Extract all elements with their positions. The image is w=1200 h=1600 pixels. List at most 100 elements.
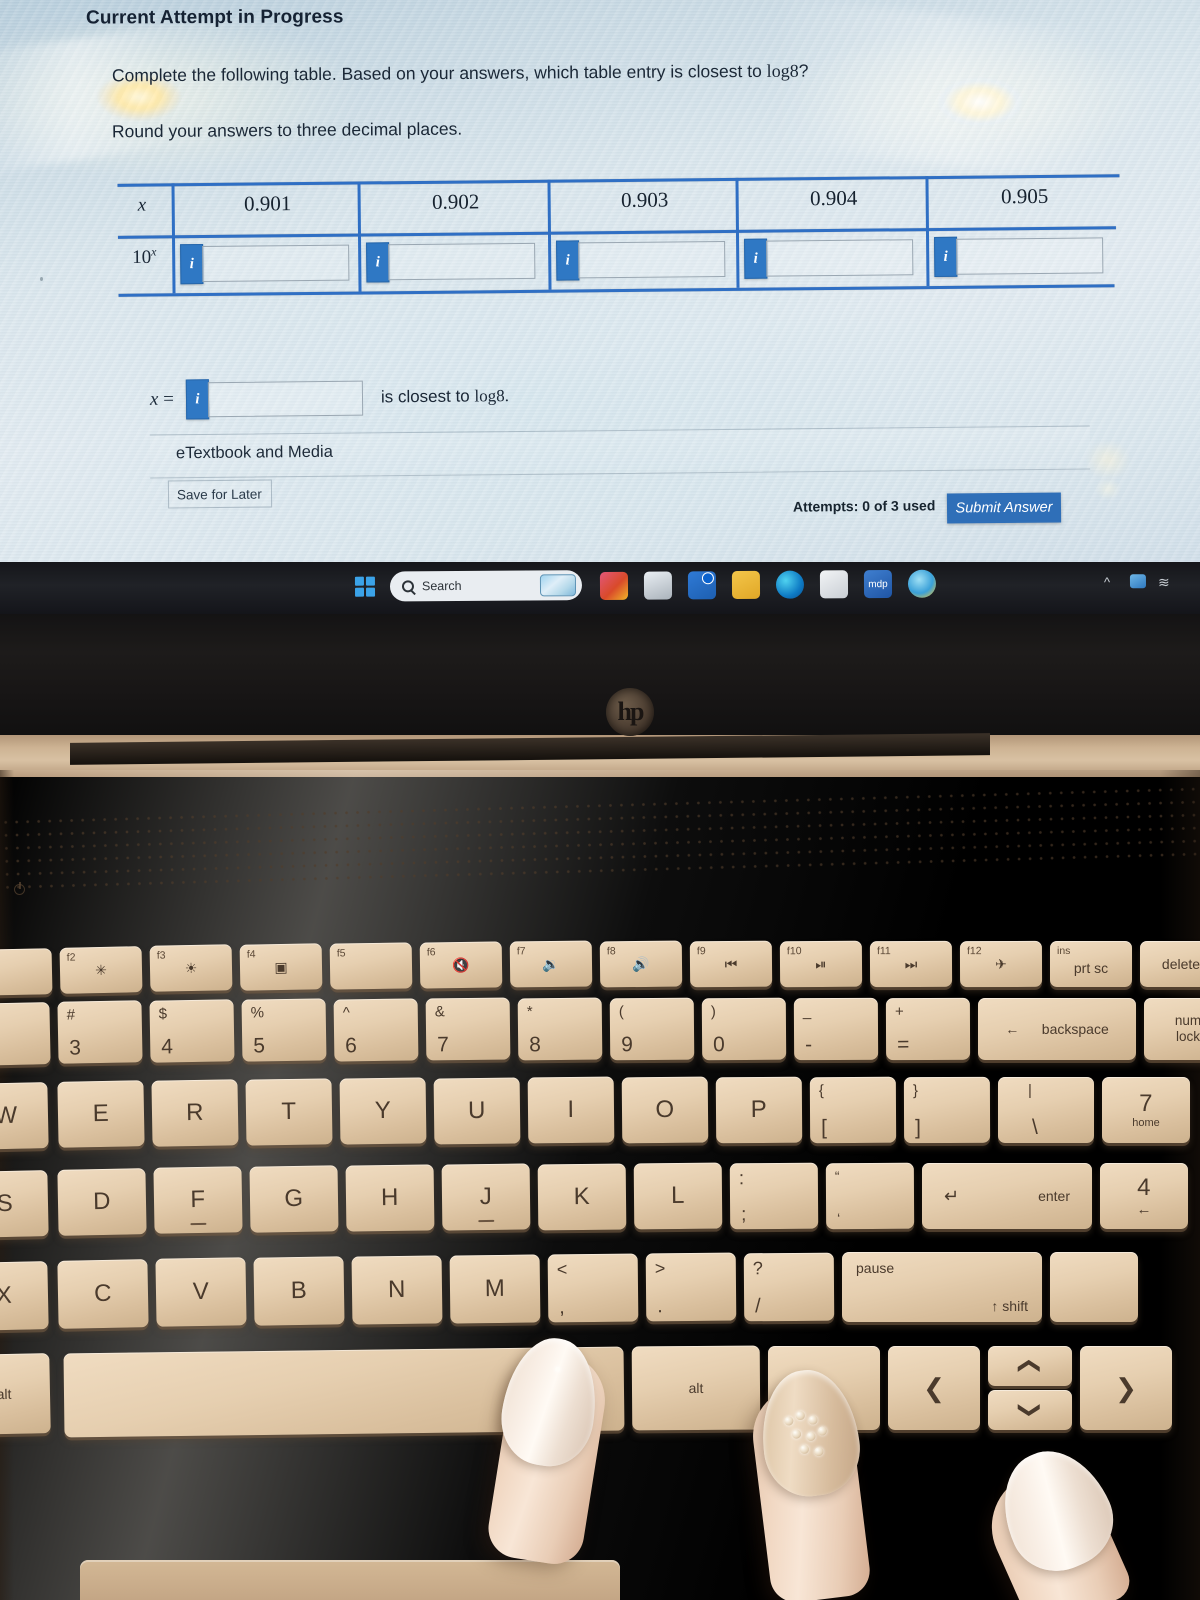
key-i[interactable]: I [527,1076,615,1144]
answer-input-0[interactable] [202,244,350,283]
answer-input-4[interactable] [956,237,1104,275]
key-arrow-right[interactable]: ❯ [1080,1346,1172,1430]
key-comma[interactable]: < , [547,1253,639,1323]
key-6[interactable]: ^ 6 [333,998,419,1062]
info-button-2[interactable]: i [556,240,580,281]
mail-icon[interactable] [687,571,717,600]
key-2[interactable]: @ 2 [0,1002,51,1066]
answer-input-1[interactable] [388,242,536,281]
key-period[interactable]: > . [645,1252,737,1322]
key-alt-right[interactable]: alt [631,1345,761,1431]
answer-input-2[interactable] [578,241,726,279]
key-f5[interactable]: f5 [329,942,413,990]
power-button-icon[interactable] [14,882,25,895]
edge-icon[interactable] [775,570,805,599]
key-w[interactable]: W [0,1082,49,1150]
key-f9[interactable]: f9 ⏮ [689,940,773,988]
key-l[interactable]: L [633,1162,723,1230]
key-f10[interactable]: f10 ⏯ [779,940,863,988]
key-y[interactable]: Y [339,1077,427,1145]
key-8[interactable]: * 8 [517,997,603,1061]
key-slash[interactable]: ? / [743,1252,835,1322]
key-numpad-1[interactable] [1050,1252,1138,1322]
info-button-4[interactable]: i [934,236,958,278]
key-4[interactable]: $ 4 [149,999,235,1063]
key-minus[interactable]: _ - [793,997,879,1061]
key-n[interactable]: N [351,1255,443,1325]
wifi-icon[interactable]: ≋ [1158,574,1170,591]
key-v[interactable]: V [155,1257,247,1327]
store-icon[interactable] [819,570,849,599]
window-icon[interactable] [643,571,673,600]
mdp-icon[interactable]: mdp [863,569,893,599]
key-f6[interactable]: f6 🔇 [419,941,503,989]
submit-answer-button[interactable]: Submit Answer [946,492,1062,524]
key-f3[interactable]: f3 ☀ [149,944,233,992]
save-for-later-button[interactable]: Save for Later [167,479,273,509]
key-numpad-7[interactable]: 7 home [1102,1077,1190,1143]
info-button-3[interactable]: i [744,238,768,279]
key-num-lock[interactable]: num lock [1144,998,1200,1060]
etextbook-and-media-section[interactable]: eTextbook and Media [149,425,1091,479]
key-print-screen[interactable]: ins prt sc [1050,941,1132,987]
network-icon[interactable] [1129,574,1147,589]
key-semicolon[interactable]: : ; [729,1162,819,1230]
key-f[interactable]: F [153,1166,243,1234]
key-bracket-left[interactable]: { [ [809,1076,897,1144]
key-j[interactable]: J [441,1163,531,1231]
key-enter[interactable]: ↵ enter [922,1163,1092,1229]
office-icon[interactable] [599,571,629,600]
key-r[interactable]: R [151,1079,239,1147]
key-u[interactable]: U [433,1077,521,1145]
key-g[interactable]: G [249,1165,339,1233]
key-d[interactable]: D [57,1168,147,1236]
key-9[interactable]: ( 9 [609,997,695,1061]
key-f2[interactable]: f2 ✳ [59,946,143,994]
key-f4[interactable]: f4 ▣ [239,943,323,991]
key-3[interactable]: # 3 [57,1000,143,1064]
key-backspace[interactable]: ← backspace [978,998,1136,1060]
key-f1[interactable] [0,948,53,996]
key-0[interactable]: ) 0 [701,997,787,1061]
key-b[interactable]: B [253,1256,345,1326]
key-arrow-down[interactable]: ❯ [988,1390,1072,1430]
key-arrow-up[interactable]: ❮ [988,1346,1072,1386]
key-x[interactable]: X [0,1261,49,1331]
key-backslash[interactable]: | \ [998,1077,1094,1143]
info-button-1[interactable]: i [366,242,390,283]
key-k[interactable]: K [537,1163,627,1231]
info-button-0[interactable]: i [180,244,204,285]
info-button-final[interactable]: i [185,379,210,420]
key-right-shift[interactable]: pause ↑ shift [842,1252,1042,1322]
key-m[interactable]: M [449,1254,541,1324]
key-s[interactable]: S [0,1170,49,1238]
answer-input-3[interactable] [766,239,914,277]
file-explorer-icon[interactable] [731,570,761,600]
key-f11[interactable]: f11 ⏭ [869,940,953,988]
key-f8[interactable]: f8 🔊 [599,940,683,988]
key-7[interactable]: & 7 [425,997,511,1061]
key-h[interactable]: H [345,1164,435,1232]
key-o[interactable]: O [621,1076,709,1144]
key-f12[interactable]: f12 ✈ [959,940,1043,988]
key-t[interactable]: T [245,1078,333,1146]
key-numpad-4[interactable]: 4 ← [1100,1163,1188,1229]
key-alt-left[interactable]: alt [0,1353,51,1435]
search-highlight-thumbnail-icon[interactable] [539,574,577,597]
key-f7[interactable]: f7 🔉 [509,940,593,988]
key-delete[interactable]: delete [1140,941,1200,987]
key-quote[interactable]: “ ‘ [825,1162,915,1230]
key-e[interactable]: E [57,1080,145,1148]
key-c[interactable]: C [57,1259,149,1329]
search-input[interactable]: Search [389,570,583,602]
key-equals[interactable]: + = [885,997,971,1061]
start-icon[interactable] [354,576,377,599]
key-bracket-right[interactable]: } ] [903,1076,991,1144]
final-answer-input[interactable] [207,380,364,417]
key-p[interactable]: P [715,1076,803,1144]
key-o-label: O [655,1095,675,1124]
key-arrow-left[interactable]: ❮ [888,1346,980,1430]
globe-icon[interactable] [907,569,937,598]
chevron-up-icon[interactable]: ^ [1104,574,1110,589]
key-5[interactable]: % 5 [241,998,327,1062]
